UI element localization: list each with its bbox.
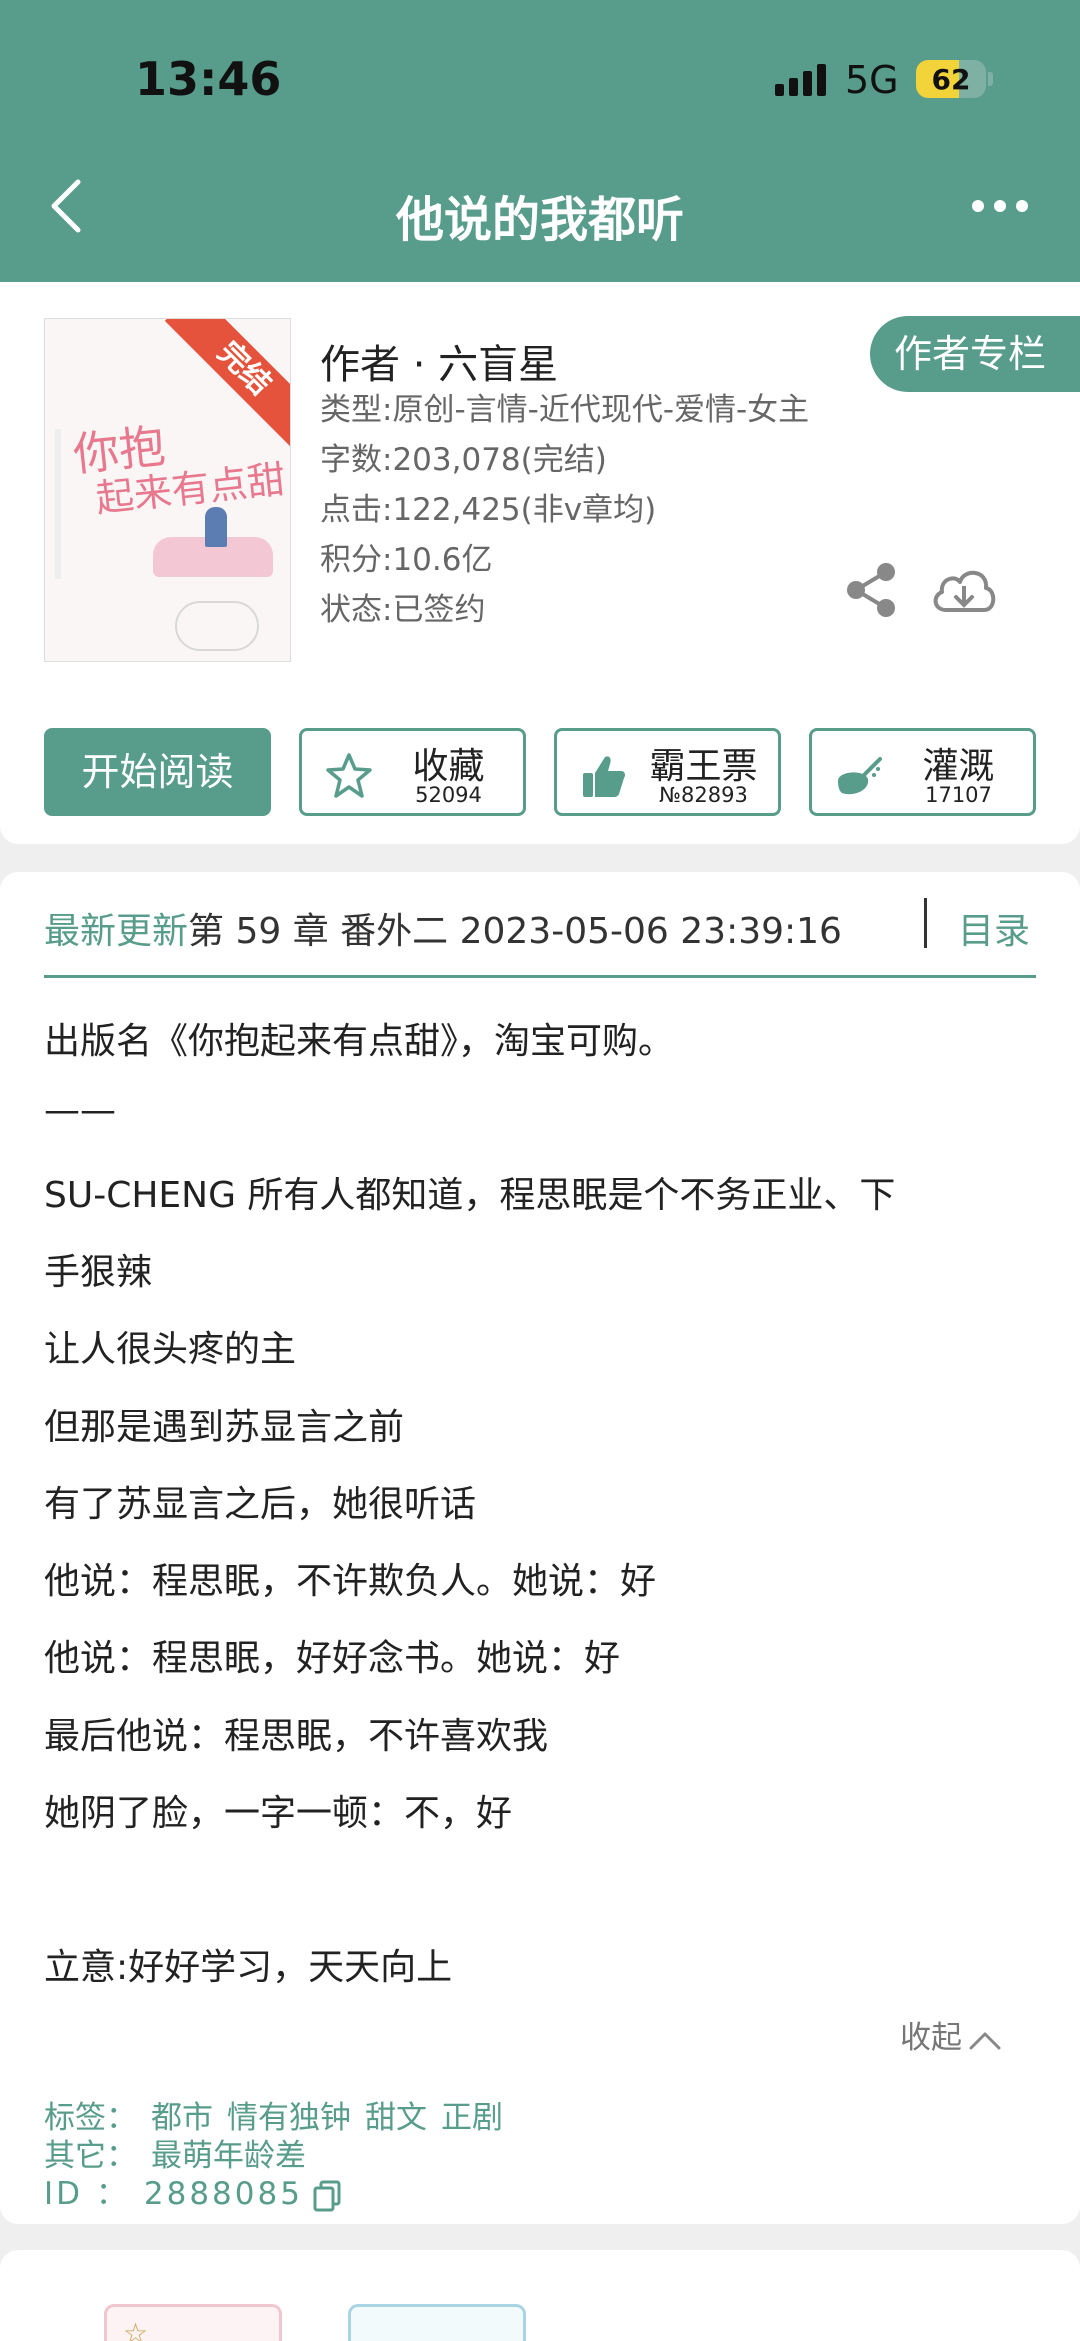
copy-icon[interactable] xyxy=(313,2180,341,2212)
cover-illustration-person xyxy=(205,507,227,547)
recommendation-thumbnail[interactable] xyxy=(348,2304,526,2341)
description-line: 他说：程思眠，好好念书。她说：好 xyxy=(44,1638,621,1679)
latest-update[interactable]: 最新更新第 59 章 番外二 2023-05-06 23:39:16 xyxy=(44,902,842,954)
author-column-button[interactable]: 作者专栏 xyxy=(870,316,1080,392)
description-line: 最后他说：程思眠，不许喜欢我 xyxy=(44,1716,549,1757)
book-cover[interactable]: 完结 你抱 起来有点甜 xyxy=(44,318,291,662)
description-card: 最新更新第 59 章 番外二 2023-05-06 23:39:16 目录 出版… xyxy=(0,872,1080,2224)
id-row: ID ： 2888085 xyxy=(44,2168,341,2213)
download-icon[interactable] xyxy=(928,560,1000,620)
star-icon xyxy=(326,753,372,798)
chevron-up-icon xyxy=(969,2032,1001,2049)
divider xyxy=(44,975,1036,978)
meta-status: 状态:已签约 xyxy=(320,592,486,628)
description-line: 让人很头疼的主 xyxy=(44,1329,297,1370)
id-label: ID ： xyxy=(44,2176,130,2212)
cover-title: 你抱 起来有点甜 xyxy=(71,408,288,522)
vote-label: 霸王票 xyxy=(649,746,758,787)
description-line: 出版名《你抱起来有点甜》，淘宝可购。 xyxy=(44,1021,675,1062)
collect-count: 52094 xyxy=(415,783,482,807)
cover-illustration-circle xyxy=(175,601,259,651)
water-label: 灌溉 xyxy=(922,746,995,787)
description-line: —— xyxy=(44,1090,116,1131)
battery-level: 62 xyxy=(931,63,971,96)
description-line: 他说：程思眠，不许欺负人。她说：好 xyxy=(44,1561,657,1602)
recommendation-thumbnail[interactable]: ☆ xyxy=(104,2304,282,2341)
latest-update-label: 最新更新 xyxy=(44,911,189,952)
battery-tip xyxy=(988,72,993,86)
collect-button[interactable]: 收藏 52094 xyxy=(299,728,526,816)
page-title: 他说的我都听 xyxy=(395,192,684,248)
water-button[interactable]: 灌溉 17107 xyxy=(809,728,1036,816)
description-line: 但那是遇到苏显言之前 xyxy=(44,1407,405,1448)
top-bar: 13:46 5G 62 他说的我都听 xyxy=(0,0,1080,282)
cover-spine xyxy=(55,429,61,579)
divider xyxy=(924,898,927,948)
status-time: 13:46 xyxy=(135,52,282,106)
thumbs-up-icon xyxy=(583,756,625,797)
meta-score: 积分:10.6亿 xyxy=(320,542,493,578)
tag-item[interactable]: 甜文 xyxy=(365,2100,427,2136)
star-icon: ☆ xyxy=(123,2317,149,2341)
book-info-card: 完结 你抱 起来有点甜 作者 · 六盲星 作者专栏 类型:原创-言情-近代现代-… xyxy=(0,282,1080,844)
watering-icon xyxy=(838,757,882,795)
more-button[interactable] xyxy=(972,196,1032,216)
vote-count: №82893 xyxy=(659,783,748,807)
meta-genre: 类型:原创-言情-近代现代-爱情-女主 xyxy=(320,392,810,428)
collapse-button[interactable]: 收起 xyxy=(900,2012,1002,2057)
table-of-contents-link[interactable]: 目录 xyxy=(958,902,1030,954)
signal-icon xyxy=(775,62,831,96)
network-label: 5G xyxy=(845,58,899,102)
author-name[interactable]: 作者 · 六盲星 xyxy=(320,332,558,390)
collect-label: 收藏 xyxy=(412,746,485,787)
description-line: 她阴了脸，一字一顿：不，好 xyxy=(44,1793,513,1834)
tag-item[interactable]: 正剧 xyxy=(441,2100,503,2136)
description-line: SU-CHENG 所有人都知道，程思眠是个不务正业、下 xyxy=(44,1175,896,1216)
meta-clicks: 点击:122,425(非v章均) xyxy=(320,492,657,528)
meta-word-count: 字数:203,078(完结) xyxy=(320,442,607,478)
share-icon[interactable] xyxy=(844,562,900,618)
description-line: 有了苏显言之后，她很听话 xyxy=(44,1484,477,1525)
vote-button[interactable]: 霸王票 №82893 xyxy=(554,728,781,816)
collapse-label: 收起 xyxy=(900,2020,962,2056)
description-line: 手狠辣 xyxy=(44,1252,153,1293)
latest-update-text: 第 59 章 番外二 2023-05-06 23:39:16 xyxy=(188,911,842,952)
id-value: 2888085 xyxy=(143,2176,303,2212)
battery-icon: 62 xyxy=(916,60,986,98)
water-count: 17107 xyxy=(925,783,992,807)
start-reading-button[interactable]: 开始阅读 xyxy=(44,728,271,816)
description-line: 立意:好好学习，天天向上 xyxy=(44,1947,453,1988)
